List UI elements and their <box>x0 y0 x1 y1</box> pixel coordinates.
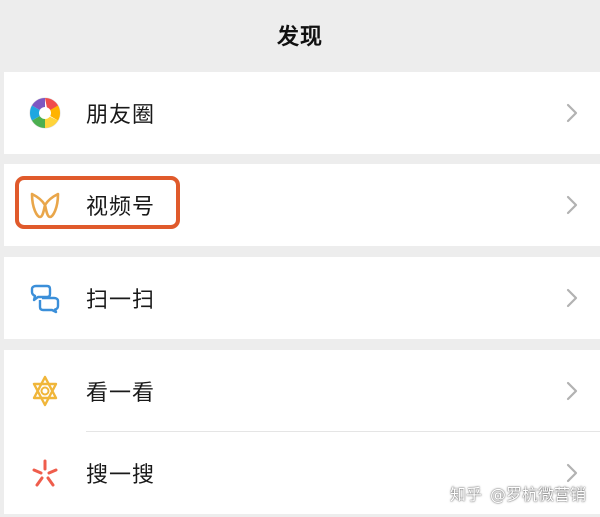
menu-item-label: 朋友圈 <box>86 103 156 128</box>
chevron-right-icon <box>566 103 578 123</box>
menu-item-label: 看一看 <box>86 381 156 406</box>
search-icon <box>28 456 62 490</box>
menu-item-search[interactable]: 搜一搜 <box>4 432 600 514</box>
page-title: 发现 <box>276 25 323 50</box>
menu-item-label: 扫一扫 <box>86 288 156 313</box>
header-bar: 发现 <box>0 0 600 70</box>
menu-item-top-stories[interactable]: 看一看 <box>4 350 600 432</box>
group-scan: 扫一扫 <box>4 257 600 339</box>
channels-icon <box>28 188 62 222</box>
menu-item-channels[interactable]: 视频号 <box>4 164 600 246</box>
menu-item-moments[interactable]: 朋友圈 <box>4 72 600 154</box>
chevron-right-icon <box>566 381 578 401</box>
menu-item-label: 视频号 <box>86 195 156 220</box>
group-discover: 看一看 搜一搜 <box>4 350 600 514</box>
chevron-right-icon <box>566 288 578 308</box>
group-channels: 视频号 <box>4 164 600 246</box>
scan-icon <box>28 281 62 315</box>
top-stories-icon <box>28 374 62 408</box>
moments-icon <box>28 96 62 130</box>
chevron-right-icon <box>566 195 578 215</box>
chevron-right-icon <box>566 463 578 483</box>
menu-item-scan[interactable]: 扫一扫 <box>4 257 600 339</box>
group-moments: 朋友圈 <box>4 72 600 154</box>
menu-item-label: 搜一搜 <box>86 463 156 488</box>
